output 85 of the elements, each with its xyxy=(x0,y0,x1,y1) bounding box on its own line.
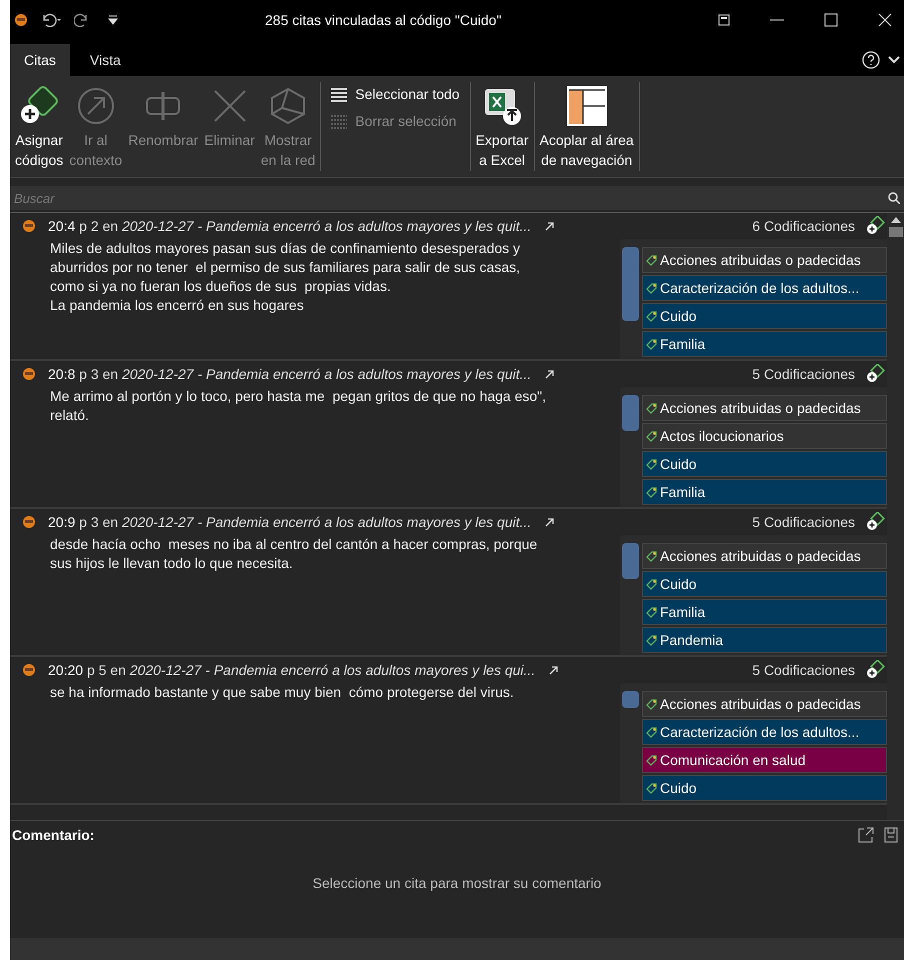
arrow-circle-icon xyxy=(76,86,116,126)
open-arrow-icon[interactable] xyxy=(549,666,558,674)
code-tag-icon xyxy=(646,282,657,294)
restore-ribbon-icon[interactable] xyxy=(718,14,730,26)
open-arrow-icon[interactable] xyxy=(545,222,554,230)
code-tag-icon xyxy=(646,754,657,766)
search-icon xyxy=(888,192,900,204)
code-tag[interactable]: Familia xyxy=(642,331,887,357)
dotted-list-icon xyxy=(331,114,348,128)
code-tag-icon xyxy=(646,698,657,710)
popout-icon[interactable] xyxy=(858,827,874,843)
dropdown-icon[interactable] xyxy=(108,15,118,25)
quote-icon xyxy=(22,219,36,233)
list-icon xyxy=(331,88,348,102)
code-tag[interactable]: Caracterización de los adultos... xyxy=(642,719,887,745)
codings-count: 5 Codificaciones xyxy=(752,364,855,384)
code-tag[interactable]: Familia xyxy=(642,599,887,625)
code-tag-icon xyxy=(646,726,657,738)
quote-icon xyxy=(22,663,36,677)
empty-comment-message: Seleccione un cita para mostrar su comentario xyxy=(312,874,602,893)
code-tag[interactable]: Pandemia xyxy=(642,627,887,653)
comment-label: Comentario: xyxy=(12,826,94,844)
code-tag[interactable]: Comunicación en salud xyxy=(642,747,887,773)
quote-text: desde hacía ocho meses no iba al centro del cantón a hacer compras, porque sus hijos le llevan todo lo que necesita. xyxy=(49,535,538,573)
code-tag[interactable]: Cuido xyxy=(642,571,887,597)
code-tag[interactable]: Actos ilocucionarios xyxy=(642,423,887,449)
code-tag[interactable]: Cuido xyxy=(642,451,887,477)
code-tag-icon xyxy=(646,550,657,562)
code-tag-icon xyxy=(646,634,657,646)
text-range-bar xyxy=(622,691,639,708)
quote-reference: 20:9 p 3 en 2020-12-27 - Pandemia encerró a los adultos mayores y les quit... xyxy=(48,512,532,532)
quote-text: Miles de adultos mayores pasan sus días de confinamiento desesperados y aburridos por no tener el permiso de sus familiares para salir de sus casas, como si ya no fueran los dueños de sus propias vidas. La pandemia los encerró en sus hogares xyxy=(49,239,522,315)
text-range-bar xyxy=(622,395,639,431)
tag-plus-icon[interactable] xyxy=(865,216,885,236)
code-tag-icon xyxy=(646,486,657,498)
open-arrow-icon[interactable] xyxy=(545,518,554,526)
tag-plus-icon[interactable] xyxy=(865,364,885,384)
tag-plus-icon[interactable] xyxy=(865,512,885,532)
maximize-icon[interactable] xyxy=(824,13,838,27)
code-tag-icon xyxy=(646,338,657,350)
save-icon[interactable] xyxy=(884,827,898,843)
code-tag-icon xyxy=(646,430,657,442)
quote-icon xyxy=(22,515,36,529)
ribbon-button[interactable]: Asignar códigos xyxy=(12,82,66,171)
code-tag-icon xyxy=(646,606,657,618)
code-tag[interactable]: Acciones atribuidas o padecidas xyxy=(642,395,887,421)
tag-plus-icon xyxy=(18,86,60,126)
open-arrow-icon[interactable] xyxy=(545,370,554,378)
code-tag-icon xyxy=(646,254,657,266)
ribbon-tab[interactable]: Citas xyxy=(10,44,70,76)
codings-count: 5 Codificaciones xyxy=(752,512,855,532)
code-tag-icon xyxy=(646,458,657,470)
ribbon-button[interactable]: Exportar a Excel xyxy=(472,82,532,171)
code-tag-icon xyxy=(646,310,657,322)
code-tag[interactable]: Acciones atribuidas o padecidas xyxy=(642,691,887,717)
quote-icon xyxy=(14,13,28,27)
scroll-thumb[interactable] xyxy=(888,227,902,237)
window-title: 285 citas vinculadas al código "Cuido" xyxy=(265,10,502,30)
quote-reference: 20:4 p 2 en 2020-12-27 - Pandemia encerró a los adultos mayores y les quit... xyxy=(48,216,532,236)
code-tag[interactable]: Cuido xyxy=(642,775,887,801)
scrollbar[interactable] xyxy=(887,213,904,820)
ribbon-button[interactable]: Acoplar al área de navegación xyxy=(536,82,637,171)
code-tag-icon xyxy=(646,782,657,794)
code-tag-icon xyxy=(646,578,657,590)
help-icon[interactable] xyxy=(862,51,880,69)
quote-text: se ha informado bastante y que sabe muy bien cómo protegerse del virus. xyxy=(49,683,515,702)
code-tag-icon xyxy=(646,402,657,414)
chevron-down-icon[interactable] xyxy=(888,55,900,65)
code-tag[interactable]: Cuido xyxy=(642,303,887,329)
quote-text: Me arrimo al portón y lo toco, pero hasta me pegan gritos de que no haga eso", relató. xyxy=(49,387,548,425)
code-tag[interactable]: Acciones atribuidas o padecidas xyxy=(642,247,887,273)
code-tag[interactable]: Caracterización de los adultos... xyxy=(642,275,887,301)
codings-count: 6 Codificaciones xyxy=(752,216,855,236)
ribbon-button[interactable]: Seleccionar todo xyxy=(331,84,460,105)
quote-icon xyxy=(22,367,36,381)
close-icon[interactable] xyxy=(878,13,892,27)
text-range-bar xyxy=(622,543,639,579)
code-tag[interactable]: Familia xyxy=(642,479,887,505)
scroll-up-icon[interactable] xyxy=(890,217,900,223)
codings-count: 5 Codificaciones xyxy=(752,660,855,680)
quote-reference: 20:20 p 5 en 2020-12-27 - Pandemia encerró a los adultos mayores y les qui... xyxy=(48,660,536,680)
tag-plus-icon[interactable] xyxy=(865,660,885,680)
panel-layout-icon xyxy=(564,84,609,128)
code-tag[interactable]: Acciones atribuidas o padecidas xyxy=(642,543,887,569)
quote-reference: 20:8 p 3 en 2020-12-27 - Pandemia encerró a los adultos mayores y les quit... xyxy=(48,364,532,384)
